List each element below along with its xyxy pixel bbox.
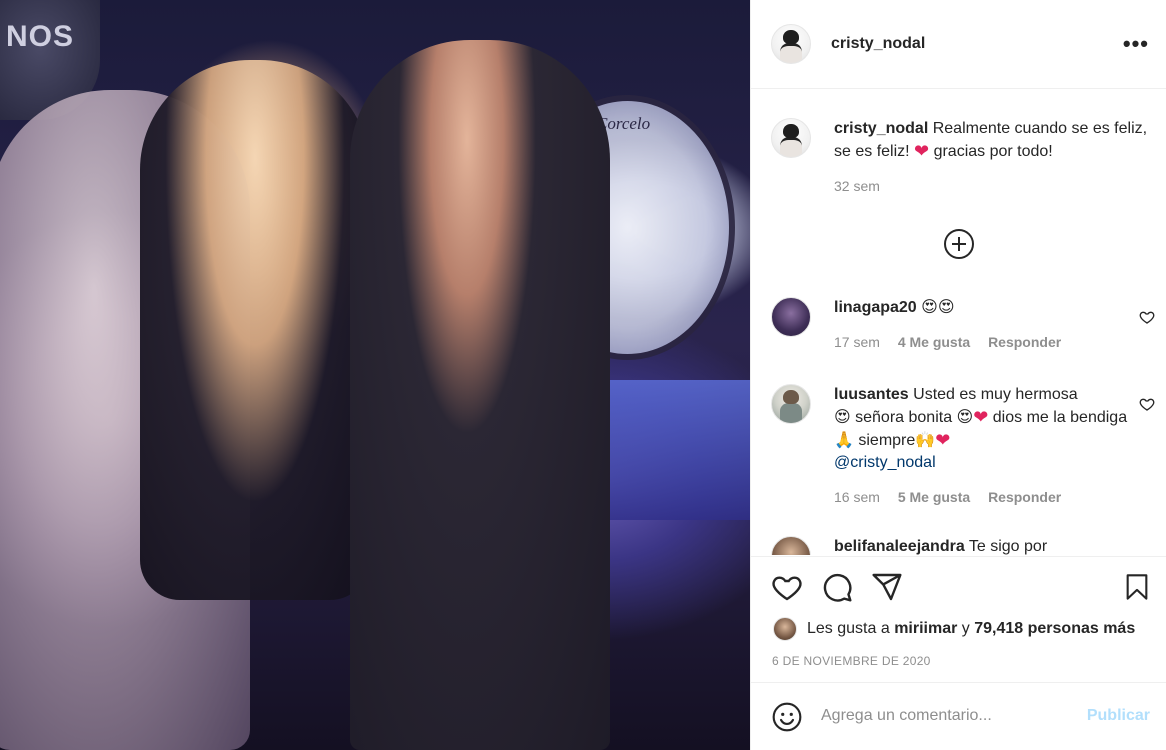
reply-button[interactable]: Responder — [988, 489, 1061, 505]
broken-heart-emoji-icon: ❤ — [973, 407, 989, 427]
author-avatar[interactable] — [771, 24, 811, 64]
comment-meta: 17 sem 4 Me gusta Responder — [834, 334, 1151, 350]
post-header: cristy_nodal ••• — [751, 0, 1166, 89]
heart-eyes-emoji-icon: 😍 — [834, 409, 851, 426]
likes-summary: Les gusta a miriimar y 79,418 personas m… — [773, 617, 1135, 641]
comment-item: luusantes Usted es muy hermosa 😍 señora … — [771, 384, 1155, 505]
comment-text-part-3: dios me la bendiga — [988, 409, 1128, 426]
heart-eyes-emoji-icon: 😍😍 — [921, 299, 955, 316]
red-heart-emoji-icon: ❤ — [914, 141, 930, 161]
caption: cristy_nodal Realmente cuando se es feli… — [771, 118, 1151, 194]
comment-username[interactable]: belifanaleejandra — [834, 538, 965, 555]
share-icon[interactable] — [871, 571, 903, 603]
comment-text-part-4: siempre — [853, 432, 916, 449]
post-actions: Les gusta a miriimar y 79,418 personas m… — [751, 556, 1166, 680]
comment-text: belifanaleejandra Te sigo por — [834, 536, 1151, 555]
liker-avatar[interactable] — [773, 617, 797, 641]
comment-text-part-1: Usted es muy hermosa — [913, 386, 1078, 403]
comment-text: luusantes Usted es muy hermosa 😍 señora … — [834, 384, 1151, 474]
post-photo[interactable]: NOS Corcelo — [0, 0, 750, 750]
comment-text-part-2: señora bonita — [850, 409, 957, 426]
comment-username[interactable]: luusantes — [834, 386, 909, 403]
person-middle — [140, 60, 370, 600]
publish-button[interactable]: Publicar — [1087, 707, 1150, 725]
likes-prefix: Les gusta a — [807, 620, 890, 637]
comment-item: linagapa20 😍😍 17 sem 4 Me gusta Responde… — [771, 297, 1155, 350]
comment-heart-icon[interactable] — [1139, 309, 1155, 325]
comment-icon[interactable] — [821, 571, 853, 603]
post-side-panel: cristy_nodal ••• cristy_nodal Realmente … — [750, 0, 1166, 750]
emoji-icon[interactable] — [771, 701, 803, 733]
post-date[interactable]: 6 DE NOVIEMBRE DE 2020 — [772, 654, 931, 668]
comments-list[interactable]: cristy_nodal Realmente cuando se es feli… — [751, 90, 1166, 555]
author-username[interactable]: cristy_nodal — [831, 35, 925, 53]
comment-likes[interactable]: 5 Me gusta — [898, 489, 970, 505]
likes-middle: y — [961, 620, 970, 637]
caption-time[interactable]: 32 sem — [834, 178, 880, 194]
comment-username[interactable]: linagapa20 — [834, 299, 917, 316]
comment-text-part-1: Te sigo por — [968, 538, 1048, 555]
liker-username[interactable]: miriimar — [894, 620, 957, 638]
background-sign-text: NOS — [6, 20, 75, 53]
comment-input[interactable]: Agrega un comentario... — [821, 707, 992, 725]
raising-hands-emoji-icon: 🙌 — [915, 432, 936, 449]
commenter-avatar[interactable] — [771, 384, 811, 424]
likes-count[interactable]: 79,418 personas más — [974, 620, 1135, 638]
plus-circle-icon[interactable] — [944, 229, 974, 259]
comment-composer: Agrega un comentario... Publicar — [751, 682, 1166, 750]
more-icon[interactable]: ••• — [1123, 31, 1149, 57]
folded-hands-emoji-icon: 🙏 — [834, 432, 854, 449]
comment-time[interactable]: 17 sem — [834, 334, 880, 350]
comment-meta: 16 sem 5 Me gusta Responder — [834, 489, 1151, 505]
caption-username[interactable]: cristy_nodal — [834, 120, 928, 137]
mention-link[interactable]: @cristy_nodal — [834, 454, 936, 471]
caption-avatar[interactable] — [771, 118, 811, 158]
heart-icon[interactable] — [771, 571, 803, 603]
comment-heart-icon[interactable] — [1139, 396, 1155, 412]
reply-button[interactable]: Responder — [988, 334, 1061, 350]
comment-text: linagapa20 😍😍 — [834, 297, 1151, 319]
heart-eyes-emoji-icon: 😍 — [956, 409, 974, 426]
comment-item: belifanaleejandra Te sigo por — [771, 536, 1151, 555]
stage-light — [600, 380, 750, 520]
comment-likes[interactable]: 4 Me gusta — [898, 334, 970, 350]
red-heart-emoji-icon: ❤ — [935, 430, 951, 450]
person-right — [350, 40, 610, 750]
caption-text-part-2: gracias por todo! — [929, 143, 1053, 160]
commenter-avatar[interactable] — [771, 536, 811, 555]
bookmark-icon[interactable] — [1123, 571, 1151, 603]
caption-text: cristy_nodal Realmente cuando se es feli… — [834, 118, 1151, 163]
caption-meta: 32 sem — [834, 178, 1151, 194]
commenter-avatar[interactable] — [771, 297, 811, 337]
comment-time[interactable]: 16 sem — [834, 489, 880, 505]
